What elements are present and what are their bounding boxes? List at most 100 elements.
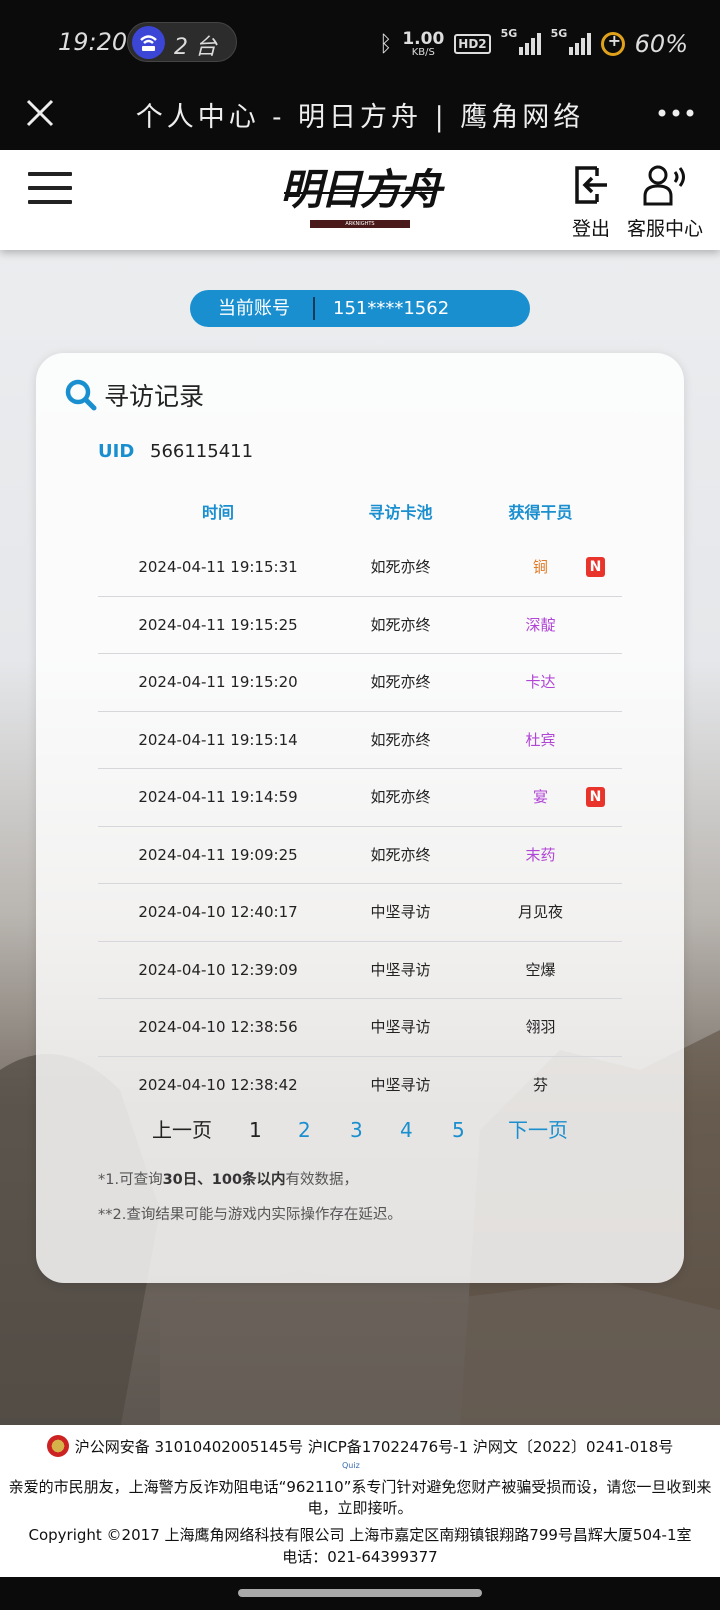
uid-row: UID 566115411 [98, 441, 253, 462]
row-time: 2024-04-10 12:38:56 [138, 1018, 298, 1036]
logout-icon [575, 166, 607, 204]
table-row: 2024-04-11 19:09:25 如死亦终 末药 [98, 827, 622, 884]
gacha-record-card: 寻访记录 UID 566115411 时间 寻访卡池 获得干员 2024-04-… [36, 353, 684, 1283]
row-pool: 中坚寻访 [370, 1075, 431, 1094]
row-operator: 杜宾 [525, 730, 556, 749]
table-row: 2024-04-11 19:15:20 如死亦终 卡达 [98, 654, 622, 712]
customer-service-label: 客服中心 [626, 218, 703, 240]
row-operator: 空爆 [525, 960, 556, 979]
home-indicator[interactable] [238, 1589, 482, 1597]
menu-icon[interactable] [28, 172, 72, 208]
signal-2-tag: 5G [550, 27, 568, 40]
row-operator: 芬 [532, 1075, 548, 1094]
row-time: 2024-04-11 19:14:59 [138, 788, 298, 806]
row-time: 2024-04-10 12:40:17 [138, 903, 298, 921]
row-pool: 如死亦终 [370, 730, 431, 749]
speed-unit: KB/S [411, 46, 435, 58]
status-icons: ᛒ 1.00 KB/S HD2 5G 5G 60% [379, 24, 688, 64]
uid-value: 566115411 [150, 441, 254, 462]
account-value: 151****1562 [333, 298, 450, 319]
gesture-bar [0, 1577, 720, 1610]
status-time: 19:20 [58, 28, 128, 56]
footer-phone: 电话：021-64399377 [282, 1548, 438, 1566]
customer-service-button[interactable]: 客服中心 [626, 164, 704, 241]
page-3-button[interactable]: 3 [350, 1110, 363, 1150]
row-pool: 如死亦终 [370, 558, 431, 576]
wifi-hotspot-icon [132, 26, 165, 59]
table-row: 2024-04-10 12:38:42 中坚寻访 芬 [98, 1057, 622, 1115]
row-pool: 如死亦终 [370, 788, 431, 806]
site-logo[interactable]: 明日方舟 ARKNIGHTS [280, 162, 442, 240]
row-pool: 如死亦终 [370, 845, 431, 864]
account-label: 当前账号 [218, 298, 290, 319]
table-row: 2024-04-10 12:39:09 中坚寻访 空爆 [98, 942, 622, 999]
row-pool: 如死亦终 [370, 615, 431, 634]
row-operator: 卡达 [525, 673, 556, 691]
browser-header: 个人中心 - 明日方舟 | 鹰角网络 [0, 85, 720, 150]
signal-1-icon: 5G [501, 27, 541, 55]
page-5-button[interactable]: 5 [452, 1110, 465, 1150]
page-content: 明日方舟 ARKNIGHTS 登出 客服中心 当前账号 151****1562 [0, 150, 720, 1425]
row-time: 2024-04-11 19:09:25 [138, 845, 298, 864]
footer-license: 沪公网安备 31010402005145号 沪ICP备17022476号-1 沪… [0, 1435, 720, 1457]
hotspot-pill[interactable]: 2 台 [127, 22, 237, 62]
column-header-pool: 寻访卡池 [368, 503, 433, 522]
search-icon [64, 378, 98, 412]
table-row: 2024-04-11 19:15:25 如死亦终 深靛 [98, 597, 622, 654]
table-row: 2024-04-11 19:15:31 如死亦终锏 N [98, 539, 622, 597]
network-speed: 1.00 KB/S [402, 30, 444, 58]
logout-label: 登出 [571, 218, 610, 240]
prev-page-button[interactable]: 上一页 [152, 1110, 212, 1150]
customer-service-icon [643, 165, 685, 206]
row-time: 2024-04-10 12:39:09 [138, 960, 298, 979]
logout-button[interactable]: 登出 [566, 164, 616, 241]
new-badge: N [586, 787, 605, 807]
close-icon[interactable] [20, 93, 60, 133]
current-account: 当前账号 151****1562 [190, 290, 530, 327]
row-pool: 中坚寻访 [370, 960, 431, 979]
signal-2-icon: 5G [551, 27, 591, 55]
battery-level: 60% [634, 30, 688, 58]
hotspot-count: 2 台 [174, 35, 217, 60]
note-query-limit: *1.可查询30日、100条以内有效数据， [98, 1172, 359, 1188]
table-row: 2024-04-11 19:14:59 如死亦终宴 N [98, 769, 622, 827]
site-navbar: 明日方舟 ARKNIGHTS 登出 客服中心 [0, 150, 720, 250]
row-operator: 月见夜 [517, 903, 563, 921]
bluetooth-icon: ᛒ [379, 31, 393, 57]
row-pool: 中坚寻访 [370, 1018, 431, 1036]
logo-text: 明日方舟 [280, 165, 442, 214]
row-operator: 末药 [525, 845, 556, 864]
row-pool: 中坚寻访 [370, 903, 431, 921]
more-dots-icon[interactable] [656, 93, 696, 133]
footer-copyright: Copyright ©2017 上海鹰角网络科技有限公司 上海市嘉定区南翔镇银翔… [28, 1526, 692, 1544]
battery-saver-icon [600, 31, 625, 56]
logo-subtext: ARKNIGHTS [310, 220, 410, 228]
row-time: 2024-04-11 19:15:20 [138, 673, 298, 691]
column-header-time: 时间 [201, 503, 234, 522]
footer-anti-fraud: 亲爱的市民朋友，上海警方反诈劝阻电话“962110”系专门针对避免您财产被骗受损… [8, 1478, 712, 1517]
row-time: 2024-04-11 19:15:25 [138, 615, 298, 634]
footer-mini-badge: Quiz [342, 1461, 360, 1470]
card-title: 寻访记录 [64, 377, 204, 413]
table-row: 2024-04-10 12:40:17 中坚寻访 月见夜 [98, 884, 622, 942]
record-table: 2024-04-11 19:15:31 如死亦终锏 N 2024-04-11 19:1… [98, 539, 622, 1114]
new-badge: N [586, 557, 605, 577]
row-operator: 深靛 [525, 615, 556, 634]
table-row: 2024-04-11 19:15:14 如死亦终 杜宾 [98, 712, 622, 769]
hd-voice-icon: HD2 [454, 34, 491, 54]
next-page-button[interactable]: 下一页 [508, 1110, 568, 1150]
table-header: 时间 寻访卡池 获得干员 [98, 499, 622, 523]
row-time: 2024-04-11 19:15:14 [138, 730, 298, 749]
note-limit-highlight: 30日、100条以内 [162, 1172, 286, 1188]
page-4-button[interactable]: 4 [400, 1110, 413, 1150]
uid-label: UID [98, 441, 135, 462]
row-pool: 如死亦终 [370, 673, 431, 691]
status-bar: 19:20 2 台 ᛒ 1.00 KB/S HD2 5G 5G 60% [0, 0, 720, 85]
site-footer: 沪公网安备 31010402005145号 沪ICP备17022476号-1 沪… [0, 1425, 720, 1577]
page-2-button[interactable]: 2 [298, 1110, 311, 1150]
page-1-button[interactable]: 1 [249, 1110, 262, 1150]
signal-1-tag: 5G [500, 27, 518, 40]
browser-title: 个人中心 - 明日方舟 | 鹰角网络 [135, 102, 585, 133]
column-header-operator: 获得干员 [508, 503, 573, 522]
pagination: 上一页 1 2 3 4 5 下一页 [36, 1110, 684, 1150]
